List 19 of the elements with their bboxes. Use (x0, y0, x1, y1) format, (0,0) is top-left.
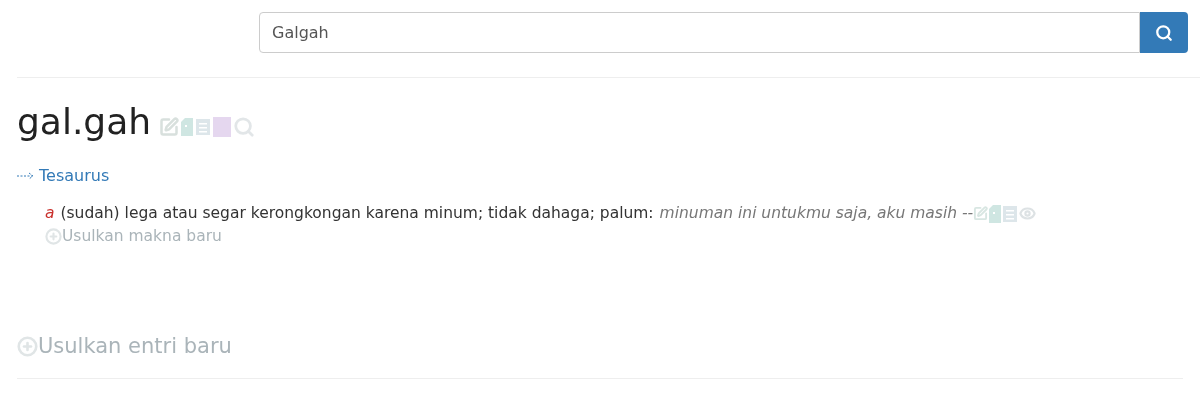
file-icon[interactable] (989, 204, 1002, 223)
plus-icon (45, 228, 62, 246)
file-icon[interactable] (181, 118, 194, 136)
search-icon[interactable] (233, 116, 256, 138)
example-text: minuman ini untukmu saja, aku masih -- (659, 203, 974, 224)
edit-icon[interactable] (159, 117, 180, 137)
dashed-arrow-icon (17, 172, 35, 180)
list-icon[interactable] (1002, 204, 1019, 223)
search-button[interactable] (1140, 12, 1188, 53)
plus-icon (17, 335, 38, 357)
headword: gal.gah (17, 100, 152, 144)
definition-text: (sudah) lega atau segar kerongkongan karena minum; tidak dahaga; palum: (60, 203, 654, 224)
word-class: a (45, 203, 55, 224)
thesaurus-link[interactable]: Tesaurus (39, 164, 110, 188)
list-icon[interactable] (195, 118, 212, 136)
edit-icon[interactable] (973, 206, 989, 222)
eye-icon[interactable] (1019, 205, 1037, 223)
search-icon (1155, 23, 1173, 42)
search-field[interactable]: Galgah (259, 12, 1140, 53)
